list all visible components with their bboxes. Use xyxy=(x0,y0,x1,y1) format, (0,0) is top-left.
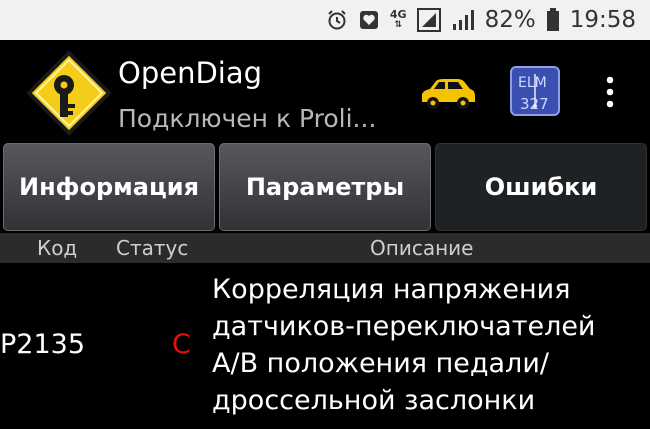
table-header: Код Статус Описание xyxy=(0,233,650,263)
table-row[interactable]: P2135 C Корреляция напряжения датчиков-п… xyxy=(0,263,650,429)
error-code: P2135 xyxy=(0,329,85,360)
tab-parameters-label: Параметры xyxy=(245,173,405,201)
status-badge: C xyxy=(172,329,191,360)
network-type-badge: 4G ⇅ xyxy=(389,8,407,30)
error-description: Корреляция напряжения датчиков-переключа… xyxy=(212,274,596,416)
alarm-clock-icon xyxy=(326,9,348,31)
signal-sim2-icon xyxy=(451,9,475,31)
clock-time: 19:58 xyxy=(569,7,636,33)
tab-parameters[interactable]: Параметры xyxy=(219,143,431,231)
connection-status: Подключен к Proli... xyxy=(118,104,377,133)
tab-errors[interactable]: Ошибки xyxy=(435,143,647,231)
status-bar: 4G ⇅ 82% 19:58 xyxy=(0,0,650,40)
tab-information[interactable]: Информация xyxy=(3,143,215,231)
svg-text:ELM: ELM xyxy=(518,75,547,91)
signal-sim1-icon xyxy=(416,8,441,32)
opendiag-logo-icon xyxy=(26,50,112,136)
app-title: OpenDiag xyxy=(118,56,263,90)
column-header-description: Описание xyxy=(370,236,474,260)
tab-errors-label: Ошибки xyxy=(484,173,598,201)
battery-percent: 82% xyxy=(484,7,536,33)
overflow-menu-icon[interactable] xyxy=(600,72,620,112)
elm327-adapter-icon[interactable]: ELM 327 xyxy=(510,66,560,116)
battery-icon xyxy=(546,8,560,32)
tab-information-label: Информация xyxy=(19,173,199,201)
car-icon[interactable] xyxy=(418,76,478,110)
tab-bar: Информация Параметры Ошибки xyxy=(0,143,650,231)
column-header-status: Статус xyxy=(116,236,189,260)
notification-heart-icon xyxy=(358,9,380,31)
column-header-code: Код xyxy=(37,236,78,260)
